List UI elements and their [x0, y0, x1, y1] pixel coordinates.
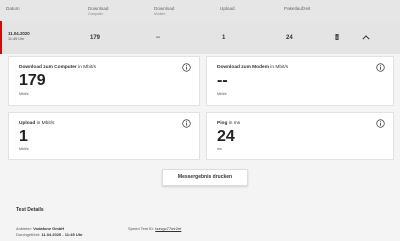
chevron-up-icon[interactable] [362, 35, 370, 40]
test-details-heading: Test Details [16, 207, 44, 213]
card-unit: Mbit/s [19, 92, 29, 96]
card-title-rest: in Mbit/s [268, 65, 289, 70]
header-download-modem: Download Modem [154, 6, 174, 17]
header-download-label: Download [88, 6, 109, 11]
card-download-computer: Download zum Computer in Mbit/s 179 Mbit… [8, 56, 200, 106]
provider-label: Anbieter: [16, 226, 33, 231]
info-icon[interactable] [376, 63, 385, 72]
header-paketlaufzeit: Paketlaufzeit [284, 6, 311, 11]
card-download-modem: Download zum Modem in Mbit/s -- Mbit/s [206, 56, 394, 106]
speedtest-id-value: tzzvgc77mr2m [155, 226, 182, 231]
row-time: 11:45 Uhr [8, 36, 25, 41]
header-download2-sub: Modem [154, 11, 166, 16]
trash-icon[interactable] [335, 34, 339, 40]
card-title: Download zum Computer in Mbit/s [19, 65, 96, 70]
provider-value: Vodafone GmbH [33, 226, 65, 231]
card-unit: ms [217, 147, 222, 151]
header-upload: Upload [220, 6, 235, 11]
header-datum: Datum [6, 6, 20, 11]
row-date: 11.04.2020 [8, 31, 30, 36]
info-icon[interactable] [182, 63, 191, 72]
card-title-bold: Download zum Modem [217, 65, 269, 70]
details-speedtest-id: Speed Test ID: tzzvgc77mr2m [128, 226, 181, 232]
card-title-rest: in Mbit/s [76, 65, 97, 70]
details-performed: Durchgeführt: 11.04.2020 - 11:45 Uhr [16, 232, 83, 238]
details-provider-block: Anbieter: Vodafone GmbH Durchgeführt: 11… [16, 226, 83, 237]
card-title: Ping in ms [217, 121, 240, 126]
speedtest-id-label: Speed Test ID: [128, 226, 155, 231]
row-upload: 1 [222, 35, 226, 41]
row-datetime: 11.04.2020 11:45 Uhr [8, 31, 30, 42]
card-value: 24 [217, 128, 235, 145]
info-icon[interactable] [182, 119, 191, 128]
card-value: -- [217, 72, 228, 89]
card-value: 1 [19, 128, 28, 145]
card-unit: Mbit/s [19, 147, 29, 151]
card-title-bold: Upload [19, 121, 36, 126]
header-download-sub: Computer [88, 11, 103, 16]
card-upload: Upload in Mbit/s 1 Mbit/s [8, 112, 200, 160]
performed-value: 11.04.2020 - 11:45 Uhr [41, 231, 83, 237]
result-row[interactable]: 11.04.2020 11:45 Uhr 179 -- 1 24 [0, 21, 400, 54]
performed-label: Durchgeführt: [16, 231, 41, 237]
card-title-rest: in Mbit/s [35, 121, 55, 126]
card-title-rest: in ms [227, 121, 241, 126]
header-download-computer: Download Computer [88, 6, 108, 17]
card-title: Download zum Modem in Mbit/s [217, 65, 288, 70]
header-download2-label: Download [154, 6, 175, 11]
results-table-header: Datum Download Computer Download Modem U… [0, 0, 400, 21]
row-ping: 24 [286, 35, 293, 41]
card-value: 179 [19, 72, 46, 89]
card-title: Upload in Mbit/s [19, 121, 54, 126]
card-title-bold: Download zum Computer [19, 65, 77, 70]
row-download-modem: -- [156, 35, 160, 41]
print-result-button[interactable]: Messergebnis drucken [162, 169, 248, 186]
row-download-computer: 179 [90, 35, 101, 41]
card-unit: Mbit/s [217, 92, 227, 96]
info-icon[interactable] [376, 119, 385, 128]
card-title-bold: Ping [217, 121, 228, 126]
card-ping: Ping in ms 24 ms [206, 112, 394, 160]
